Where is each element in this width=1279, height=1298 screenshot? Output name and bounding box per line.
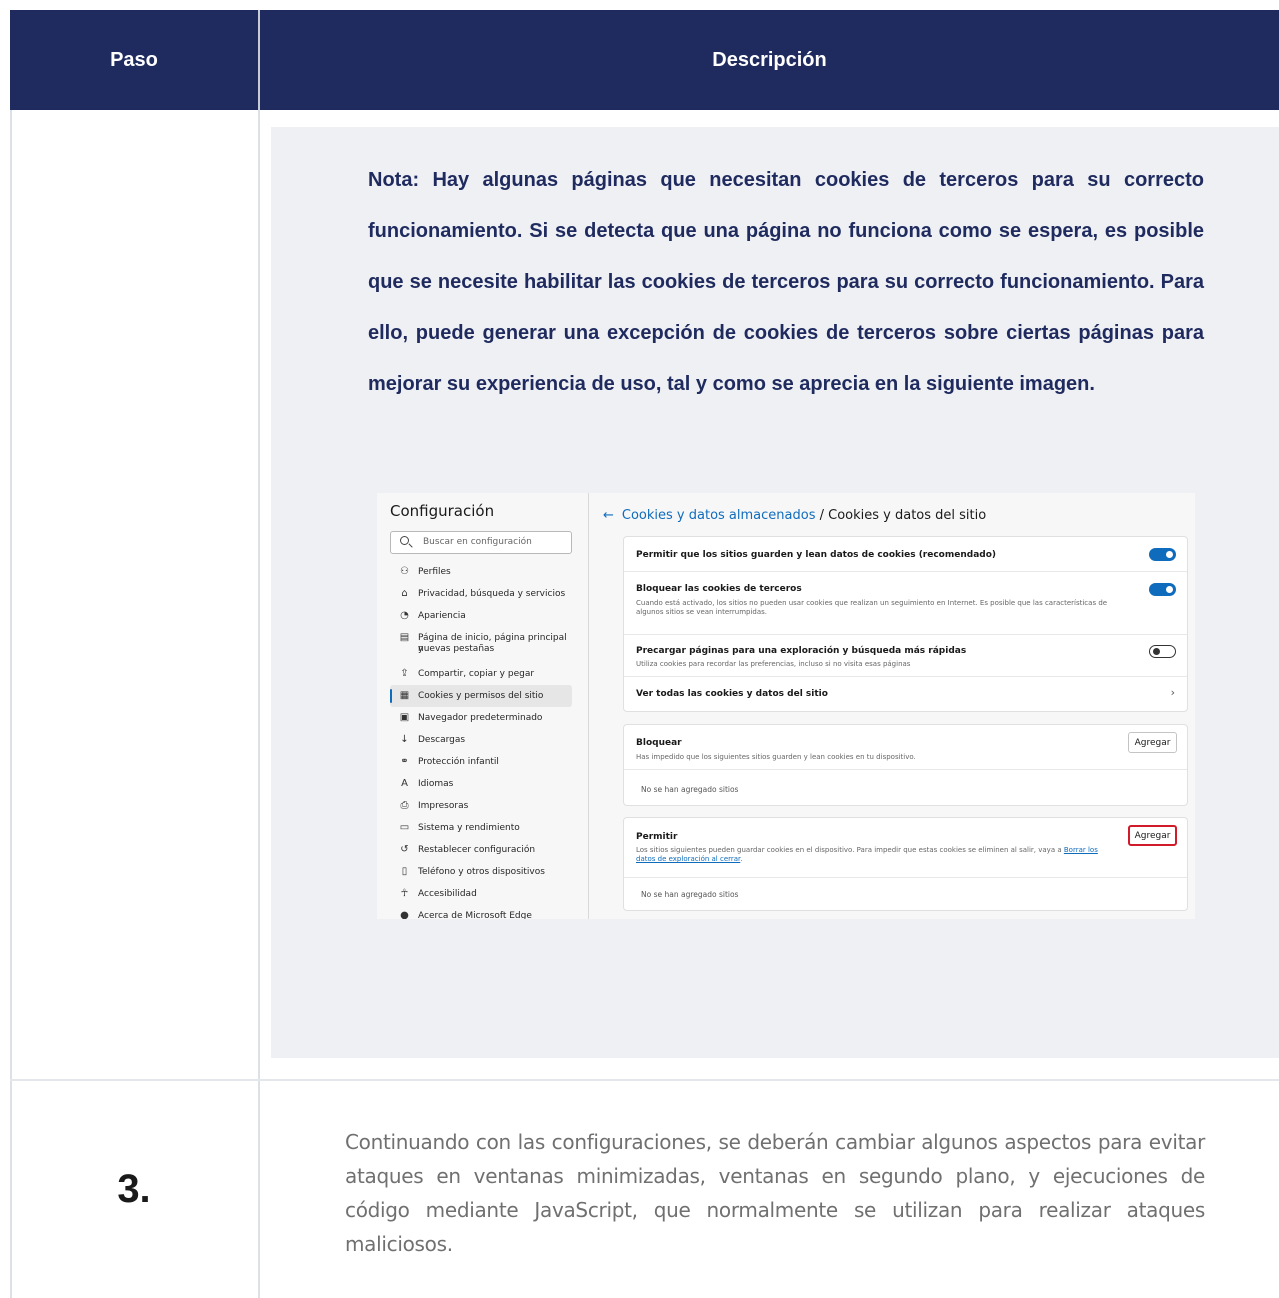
setting-title: Permitir que los sitios guarden y lean d…	[636, 550, 997, 560]
printer-icon: ⎙	[400, 800, 409, 811]
allow-header: Permitir Los sitios siguientes pueden gu…	[624, 818, 1187, 878]
block-empty-text: No se han agregado sitios	[641, 785, 739, 794]
download-icon: ↓	[400, 734, 409, 745]
back-arrow-icon[interactable]: ←	[603, 508, 614, 523]
allow-cookies-toggle[interactable]	[1149, 548, 1176, 561]
share-icon: ⇪	[400, 668, 409, 679]
search-placeholder: Buscar en configuración	[423, 537, 532, 547]
sidebar-title: Configuración	[390, 502, 495, 520]
chevron-right-icon: ›	[1170, 686, 1175, 699]
sidebar-item-label: Perfiles	[418, 567, 451, 577]
sidebar-item-reset[interactable]: ↺ Restablecer configuración	[390, 844, 572, 858]
appearance-icon: ◔	[400, 610, 409, 621]
allow-description-end: .	[740, 855, 743, 863]
allow-description: Los sitios siguientes pueden guardar coo…	[636, 846, 1116, 864]
step-description: Continuando con las configuraciones, se …	[345, 1130, 1205, 1256]
setting-title: Bloquear las cookies de terceros	[636, 584, 802, 594]
setting-description: Cuando está activado, los sitios no pued…	[636, 599, 1108, 616]
cookie-settings-card: Permitir que los sitios guarden y lean d…	[623, 536, 1188, 712]
setting-description: Utiliza cookies para recordar las prefer…	[636, 660, 911, 668]
sidebar-item-label: Compartir, copiar y pegar	[418, 669, 535, 679]
sidebar-item-cookies[interactable]: ▦ Cookies y permisos del sitio	[390, 685, 572, 707]
block-empty-row: No se han agregado sitios	[624, 770, 1187, 805]
sidebar-item-privacy[interactable]: ⌂ Privacidad, búsqueda y servicios	[390, 588, 572, 602]
search-icon	[400, 536, 409, 545]
sidebar-item-label: Impresoras	[418, 801, 469, 811]
sidebar-item-label: Accesibilidad	[418, 889, 477, 899]
sidebar-item-start-page[interactable]: ▤ Página de inicio, página principal y n…	[390, 632, 572, 656]
breadcrumb: ← Cookies y datos almacenados / Cookies y…	[603, 508, 986, 523]
setting-preload: Precargar páginas para una exploración y…	[624, 635, 1187, 677]
table-border-middle	[258, 110, 260, 1298]
block-add-button[interactable]: Agregar	[1128, 732, 1177, 753]
lock-icon: ⌂	[401, 588, 408, 599]
sidebar-item-phone[interactable]: ▯ Teléfono y otros dispositivos	[390, 866, 572, 880]
breadcrumb-current: Cookies y datos del sitio	[828, 508, 987, 523]
sidebar-item-about[interactable]: ● Acerca de Microsoft Edge	[390, 910, 572, 919]
block-third-party-toggle[interactable]	[1149, 583, 1176, 596]
table-header: Paso Descripción	[10, 10, 1279, 110]
block-title: Bloquear	[636, 738, 682, 748]
sidebar-item-label: Teléfono y otros dispositivos	[418, 867, 545, 877]
settings-sidebar: Configuración Buscar en configuración ⚇ …	[377, 493, 589, 919]
sidebar-item-appearance[interactable]: ◔ Apariencia	[390, 610, 572, 624]
sidebar-item-system[interactable]: ▭ Sistema y rendimiento	[390, 822, 572, 836]
search-input[interactable]: Buscar en configuración	[390, 531, 572, 554]
header-description: Descripción	[712, 48, 827, 71]
sidebar-item-label: Privacidad, búsqueda y servicios	[418, 589, 566, 599]
profile-icon: ⚇	[400, 566, 409, 577]
sidebar-item-family[interactable]: ⚭ Protección infantil	[390, 756, 572, 770]
setting-block-third-party: Bloquear las cookies de terceros Cuando …	[624, 572, 1187, 635]
sidebar-item-label: Cookies y permisos del sitio	[418, 691, 544, 701]
allow-add-button[interactable]: Agregar	[1128, 825, 1177, 846]
sidebar-item-label: Descargas	[418, 735, 466, 745]
breadcrumb-parent-link[interactable]: Cookies y datos almacenados	[622, 508, 816, 523]
browser-icon: ▣	[399, 712, 410, 723]
sidebar-item-default-browser[interactable]: ▣ Navegador predeterminado	[390, 712, 572, 726]
reset-icon: ↺	[400, 844, 409, 855]
allow-description-text: Los sitios siguientes pueden guardar coo…	[636, 846, 1064, 854]
sidebar-item-languages[interactable]: A Idiomas	[390, 778, 572, 792]
block-description: Has impedido que los siguientes sitios g…	[636, 753, 916, 761]
preload-toggle[interactable]	[1149, 645, 1176, 658]
edge-icon: ●	[400, 910, 409, 919]
sidebar-item-label-line2: nuevas pestañas	[418, 644, 495, 654]
sidebar-item-share[interactable]: ⇪ Compartir, copiar y pegar	[390, 668, 572, 682]
sidebar-divider	[588, 493, 589, 919]
sidebar-item-downloads[interactable]: ↓ Descargas	[390, 734, 572, 748]
setting-title: Ver todas las cookies y datos del sitio	[636, 689, 828, 699]
step-number: 3.	[117, 1167, 151, 1211]
setting-allow-cookies: Permitir que los sitios guarden y lean d…	[624, 537, 1187, 572]
allow-empty-row: No se han agregado sitios	[624, 878, 1187, 910]
accessibility-icon: ☥	[400, 888, 409, 899]
sidebar-item-printers[interactable]: ⎙ Impresoras	[390, 800, 572, 814]
sidebar-item-label: Restablecer configuración	[418, 845, 536, 855]
sidebar-item-label: Protección infantil	[418, 757, 499, 767]
sidebar-item-label: Navegador predeterminado	[418, 713, 543, 723]
block-sites-card: Bloquear Has impedido que los siguientes…	[623, 724, 1188, 806]
setting-see-all-cookies[interactable]: Ver todas las cookies y datos del sitio …	[624, 677, 1187, 711]
allow-title: Permitir	[636, 832, 678, 842]
settings-screenshot: Configuración Buscar en configuración ⚇ …	[377, 493, 1195, 919]
setting-title: Precargar páginas para una exploración y…	[636, 646, 967, 656]
sidebar-item-accessibility[interactable]: ☥ Accesibilidad	[390, 888, 572, 902]
header-step: Paso	[110, 48, 158, 71]
home-page-icon: ▤	[399, 632, 410, 643]
sidebar-item-label: Sistema y rendimiento	[418, 823, 520, 833]
note-text: Nota: Hay algunas páginas que necesitan …	[368, 169, 1204, 395]
allow-sites-card: Permitir Los sitios siguientes pueden gu…	[623, 817, 1188, 911]
block-header: Bloquear Has impedido que los siguientes…	[624, 725, 1187, 770]
sidebar-item-label: Apariencia	[418, 611, 466, 621]
laptop-icon: ▭	[399, 822, 410, 833]
sidebar-item-profiles[interactable]: ⚇ Perfiles	[390, 566, 572, 580]
phone-icon: ▯	[401, 866, 408, 877]
family-icon: ⚭	[400, 756, 409, 767]
allow-empty-text: No se han agregado sitios	[641, 890, 739, 899]
sidebar-item-label: Idiomas	[418, 779, 454, 789]
breadcrumb-separator: /	[815, 508, 829, 523]
language-icon: A	[401, 778, 408, 789]
sidebar-item-label: Acerca de Microsoft Edge	[418, 911, 532, 919]
cookies-icon: ▦	[399, 690, 410, 701]
